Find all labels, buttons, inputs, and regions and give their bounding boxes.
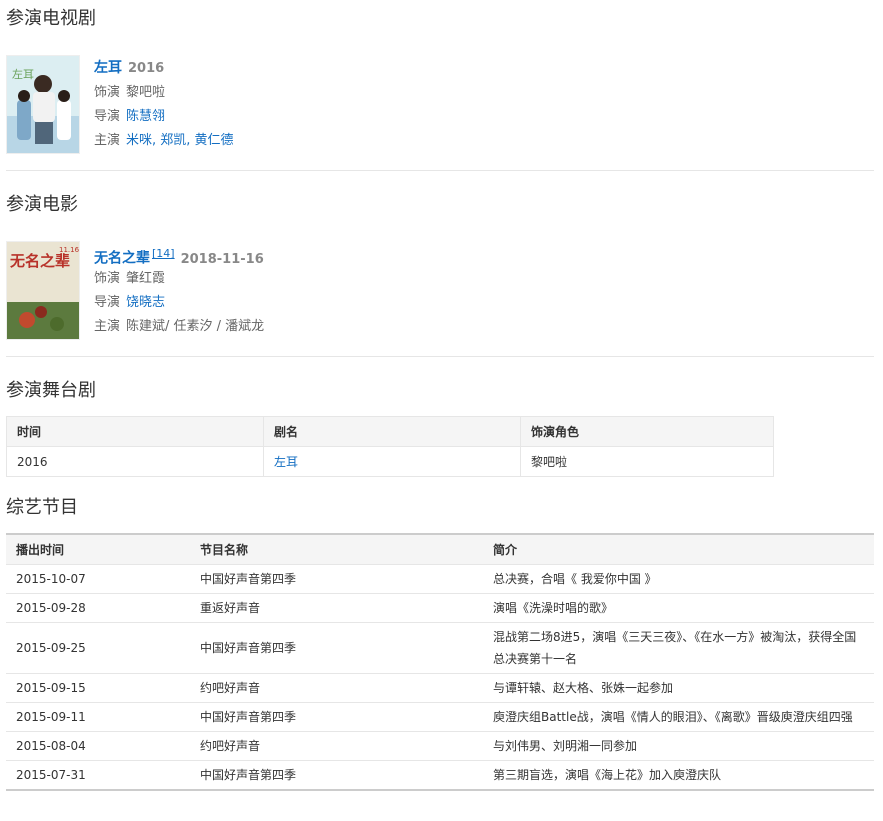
tv-cast-label: 主演	[94, 133, 121, 148]
tv-role-row: 饰演 黎吧啦	[94, 81, 874, 105]
table-row: 2015-09-15 约吧好声音 与谭轩辕、赵大格、张姝一起参加	[6, 673, 874, 703]
stage-cell-title-link[interactable]: 左耳	[263, 446, 521, 477]
variety-col-header: 节目名称	[190, 533, 483, 565]
variety-cell-date: 2015-10-07	[6, 564, 190, 594]
variety-table: 播出时间 节目名称 简介 2015-10-07 中国好声音第四季 总决赛，合唱《…	[6, 533, 874, 791]
stage-col-header: 饰演角色	[520, 416, 774, 447]
variety-cell-desc: 总决赛，合唱《 我爱你中国 》	[483, 564, 874, 594]
stage-col-header: 时间	[6, 416, 264, 447]
stage-cell-time: 2016	[6, 446, 264, 477]
tv-role: 黎吧啦	[126, 85, 166, 100]
tv-year: 2016	[128, 61, 165, 76]
tv-cast-row: 主演 米咪, 郑凯, 黄仁德	[94, 129, 874, 153]
stage-table-header-row: 时间 剧名 饰演角色	[6, 416, 774, 447]
variety-col-header: 简介	[483, 533, 874, 565]
variety-cell-show: 中国好声音第四季	[190, 760, 483, 791]
variety-cell-date: 2015-08-04	[6, 731, 190, 761]
tv-work-item: 左耳 左耳 2016 饰演 黎吧啦 导演 陈慧翎 主演 米咪, 郑凯, 黄仁德	[6, 55, 874, 155]
section-title-tv: 参演电视剧	[6, 8, 96, 29]
tv-poster[interactable]: 左耳	[6, 55, 80, 154]
section-title-stage: 参演舞台剧	[6, 380, 96, 401]
film-ref-link[interactable]: [14]	[152, 247, 175, 260]
divider	[6, 170, 874, 171]
variety-cell-desc: 与谭轩辕、赵大格、张姝一起参加	[483, 673, 874, 703]
variety-cell-desc: 混战第二场8进5，演唱《三天三夜》、《在水一方》被淘汰，获得全国总决赛第十一名	[483, 622, 874, 674]
variety-cell-show: 约吧好声音	[190, 673, 483, 703]
film-title-link[interactable]: 无名之辈	[94, 251, 150, 267]
page: 参演电视剧 左耳 左耳 2016 饰演 黎吧啦 导演 陈慧翎 主演 米咪, 郑凯…	[0, 0, 883, 821]
variety-table-header-row: 播出时间 节目名称 简介	[6, 533, 874, 565]
variety-cell-date: 2015-09-15	[6, 673, 190, 703]
variety-cell-date: 2015-07-31	[6, 760, 190, 791]
tv-cast-links[interactable]: 米咪, 郑凯, 黄仁德	[126, 133, 234, 148]
tv-title-row: 左耳 2016	[94, 55, 874, 81]
film-role-label: 饰演	[94, 271, 121, 286]
variety-cell-desc: 第三期盲选，演唱《海上花》加入庾澄庆队	[483, 760, 874, 791]
film-work-info: 无名之辈 [14] 2018-11-16 饰演 肇红霞 导演 饶晓志 主演 陈建斌/ 任素…	[94, 241, 874, 339]
table-row: 2015-10-07 中国好声音第四季 总决赛，合唱《 我爱你中国 》	[6, 564, 874, 594]
variety-cell-desc: 庾澄庆组Battle战，演唱《情人的眼泪》、《离歌》晋级庾澄庆组四强	[483, 702, 874, 732]
table-row: 2015-09-28 重返好声音 演唱《洗澡时唱的歌》	[6, 593, 874, 623]
section-title-film: 参演电影	[6, 194, 78, 215]
section-title-variety: 综艺节目	[6, 497, 78, 518]
variety-cell-date: 2015-09-25	[6, 622, 190, 674]
variety-cell-desc: 演唱《洗澡时唱的歌》	[483, 593, 874, 623]
film-cast-label: 主演	[94, 319, 121, 334]
tv-director-row: 导演 陈慧翎	[94, 105, 874, 129]
film-cast: 陈建斌/ 任素汐 / 潘斌龙	[126, 319, 265, 334]
tv-poster-title: 左耳	[12, 68, 34, 81]
stage-col-header: 剧名	[263, 416, 521, 447]
stage-table: 时间 剧名 饰演角色 2016 左耳 黎吧啦	[6, 416, 774, 477]
tv-title-link[interactable]: 左耳	[94, 60, 122, 76]
tv-role-label: 饰演	[94, 85, 121, 100]
variety-cell-show: 中国好声音第四季	[190, 622, 483, 674]
tv-poster-image: 左耳	[7, 56, 79, 153]
film-poster-title: 无名之辈	[9, 252, 70, 270]
variety-cell-show: 重返好声音	[190, 593, 483, 623]
film-director-label: 导演	[94, 295, 121, 310]
variety-cell-desc: 与刘伟男、刘明湘一同参加	[483, 731, 874, 761]
variety-cell-show: 中国好声音第四季	[190, 564, 483, 594]
film-title-row: 无名之辈 [14] 2018-11-16	[94, 241, 874, 267]
table-row: 2016 左耳 黎吧啦	[6, 446, 774, 477]
film-cast-row: 主演 陈建斌/ 任素汐 / 潘斌龙	[94, 315, 874, 339]
tv-director-label: 导演	[94, 109, 121, 124]
variety-cell-date: 2015-09-28	[6, 593, 190, 623]
variety-cell-show: 约吧好声音	[190, 731, 483, 761]
film-role: 肇红霞	[126, 271, 166, 286]
film-role-row: 饰演 肇红霞	[94, 267, 874, 291]
table-row: 2015-09-11 中国好声音第四季 庾澄庆组Battle战，演唱《情人的眼泪…	[6, 702, 874, 732]
film-director-link[interactable]: 饶晓志	[126, 295, 165, 310]
tv-work-info: 左耳 2016 饰演 黎吧啦 导演 陈慧翎 主演 米咪, 郑凯, 黄仁德	[94, 55, 874, 153]
film-work-item: 无名之辈 11.16 无名之辈 [14] 2018-11-16 饰演 肇红霞 导演 饶晓…	[6, 241, 874, 341]
table-row: 2015-07-31 中国好声音第四季 第三期盲选，演唱《海上花》加入庾澄庆队	[6, 760, 874, 791]
variety-cell-show: 中国好声音第四季	[190, 702, 483, 732]
stage-cell-role: 黎吧啦	[520, 446, 774, 477]
film-director-row: 导演 饶晓志	[94, 291, 874, 315]
table-row: 2015-08-04 约吧好声音 与刘伟男、刘明湘一同参加	[6, 731, 874, 761]
variety-cell-date: 2015-09-11	[6, 702, 190, 732]
film-poster-date: 11.16	[59, 246, 79, 254]
film-poster-image: 无名之辈 11.16	[7, 242, 79, 339]
film-poster[interactable]: 无名之辈 11.16	[6, 241, 80, 340]
divider	[6, 356, 874, 357]
film-year: 2018-11-16	[180, 251, 264, 267]
tv-director-link[interactable]: 陈慧翎	[126, 109, 165, 124]
table-row: 2015-09-25 中国好声音第四季 混战第二场8进5，演唱《三天三夜》、《在…	[6, 622, 874, 674]
variety-col-header: 播出时间	[6, 533, 190, 565]
